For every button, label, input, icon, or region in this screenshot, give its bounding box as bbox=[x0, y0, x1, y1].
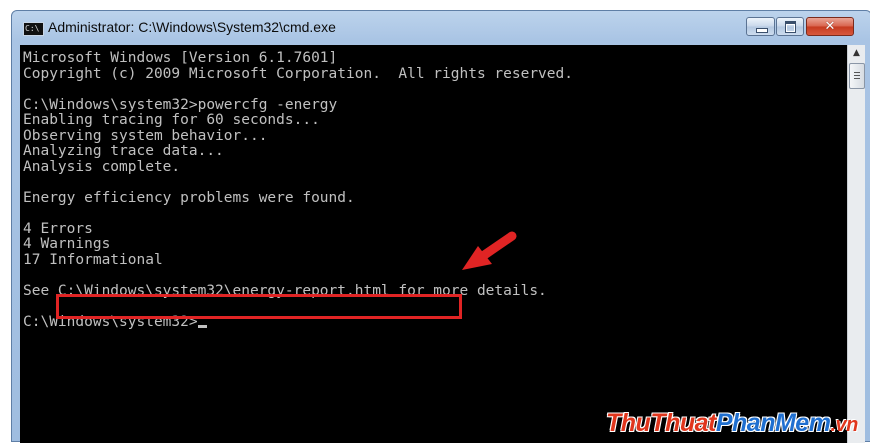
red-arrow-icon bbox=[462, 231, 517, 270]
watermark-logo: ThuThuatPhanMem.vn bbox=[606, 409, 858, 437]
